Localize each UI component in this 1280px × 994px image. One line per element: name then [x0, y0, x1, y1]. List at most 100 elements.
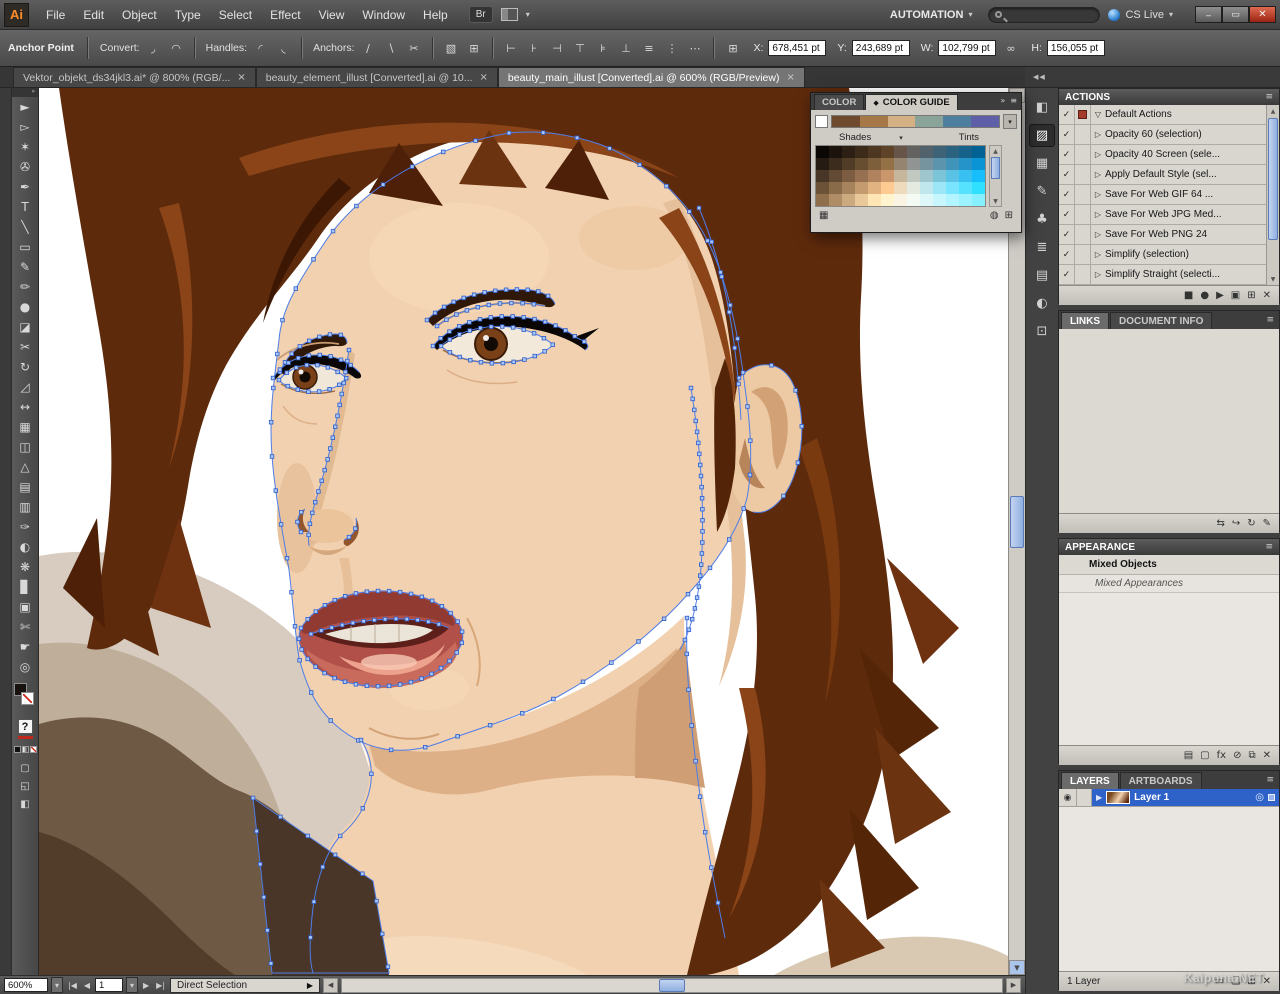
color-swatch[interactable]: [868, 194, 881, 206]
disclosure-triangle-icon[interactable]: ▷: [1091, 250, 1105, 259]
scroll-up-icon[interactable]: ▲: [990, 146, 1001, 156]
scroll-down-icon[interactable]: ▼: [990, 196, 1001, 206]
color-swatch[interactable]: [907, 194, 920, 206]
workspace-switcher[interactable]: AUTOMATION ▾: [882, 6, 981, 24]
record-icon[interactable]: ●: [1200, 290, 1209, 301]
remove-anchor-icon[interactable]: ∕: [359, 40, 378, 57]
layer-target-icon[interactable]: ◎: [1255, 792, 1264, 803]
layer-selection[interactable]: ▶ Layer 1 ◎: [1092, 789, 1279, 806]
scissors-tool[interactable]: ✂: [14, 337, 37, 357]
convert-to-smooth-icon[interactable]: ◠: [167, 40, 186, 57]
base-color-none-swatch[interactable]: [815, 115, 828, 128]
swatches-panel-icon[interactable]: ▦: [1029, 152, 1055, 175]
color-swatch[interactable]: [894, 194, 907, 206]
delete-action-icon[interactable]: ✕: [1263, 290, 1271, 301]
color-swatch[interactable]: [881, 146, 894, 158]
color-swatch[interactable]: [920, 146, 933, 158]
skin-shapes[interactable]: [270, 132, 751, 975]
harmony-color-swatch[interactable]: [943, 116, 972, 127]
screen-mode-icon[interactable]: ◧: [14, 795, 37, 813]
action-check-icon[interactable]: ✓: [1059, 244, 1075, 265]
actions-scroll-thumb[interactable]: [1268, 118, 1278, 240]
blob-brush-tool[interactable]: ●: [14, 297, 37, 317]
color-button[interactable]: [13, 746, 21, 753]
color-swatch[interactable]: [972, 158, 985, 170]
eraser-tool[interactable]: ◪: [14, 317, 37, 337]
color-swatch[interactable]: [829, 182, 842, 194]
rotate-tool[interactable]: ↻: [14, 357, 37, 377]
perspective-grid-tool[interactable]: △: [14, 457, 37, 477]
action-dialog-toggle[interactable]: [1075, 204, 1091, 225]
action-row[interactable]: ✓ ▷ Save For Web JPG Med...: [1059, 204, 1279, 225]
menu-help[interactable]: Help: [414, 3, 457, 27]
action-check-icon[interactable]: ✓: [1059, 264, 1075, 285]
align-middle-icon[interactable]: ⊧: [594, 40, 613, 57]
tab-layers[interactable]: LAYERS: [1061, 772, 1119, 789]
color-swatch[interactable]: [946, 146, 959, 158]
color-swatch[interactable]: [920, 170, 933, 182]
horizontal-scrollbar[interactable]: [341, 977, 1003, 993]
cut-path-icon[interactable]: ✂: [405, 40, 424, 57]
color-swatch[interactable]: [855, 194, 868, 206]
action-row[interactable]: ✓ ▷ Opacity 60 (selection): [1059, 124, 1279, 145]
edit-original-icon[interactable]: ✎: [1263, 518, 1271, 529]
bridge-button[interactable]: Br: [468, 6, 493, 23]
color-swatch[interactable]: [881, 182, 894, 194]
missing-tool-icon[interactable]: ?: [17, 719, 33, 734]
menu-file[interactable]: File: [37, 3, 74, 27]
fill-stroke-widget[interactable]: [13, 683, 37, 711]
color-swatch[interactable]: [933, 170, 946, 182]
action-row[interactable]: ✓ ▷ Save For Web GIF 64 ...: [1059, 184, 1279, 205]
color-swatch[interactable]: [829, 146, 842, 158]
save-to-swatches-icon[interactable]: ⊞: [1005, 210, 1013, 221]
tab-document-info[interactable]: DOCUMENT INFO: [1110, 312, 1213, 329]
color-swatch[interactable]: [816, 170, 829, 182]
panel-menu-icon[interactable]: ≡: [1265, 92, 1273, 102]
selection-tool[interactable]: ►: [14, 97, 37, 117]
color-swatch[interactable]: [894, 170, 907, 182]
line-segment-tool[interactable]: ╲: [14, 217, 37, 237]
blend-tool[interactable]: ◐: [14, 537, 37, 557]
align-bottom-icon[interactable]: ⊥: [617, 40, 636, 57]
relink-icon[interactable]: ⇆: [1216, 518, 1224, 529]
column-graph-tool[interactable]: ▊: [14, 577, 37, 597]
search-input[interactable]: [988, 6, 1101, 23]
color-swatch[interactable]: [855, 158, 868, 170]
y-input[interactable]: 243,689 pt: [851, 40, 910, 56]
add-effect-icon[interactable]: fx: [1217, 750, 1226, 761]
actions-scrollbar[interactable]: ▲ ▼: [1266, 105, 1279, 285]
action-check-icon[interactable]: ✓: [1059, 124, 1075, 145]
horizontal-scroll-thumb[interactable]: [658, 978, 685, 992]
color-swatch[interactable]: [972, 194, 985, 206]
direct-selection-tool[interactable]: ▻: [14, 117, 37, 137]
disclosure-triangle-icon[interactable]: ▷: [1091, 210, 1105, 219]
color-swatch[interactable]: [868, 182, 881, 194]
lock-toggle[interactable]: [1077, 789, 1092, 806]
clear-appearance-icon[interactable]: ⊘: [1233, 750, 1241, 761]
action-check-icon[interactable]: ✓: [1059, 144, 1075, 165]
shades-label[interactable]: Shades: [839, 132, 871, 143]
color-swatch[interactable]: [946, 182, 959, 194]
color-guide-scrollbar[interactable]: ▲ ▼: [989, 145, 1002, 207]
artboard-tool[interactable]: ▣: [14, 597, 37, 617]
close-button[interactable]: ✕: [1249, 6, 1276, 23]
disclosure-triangle-icon[interactable]: ▽: [1091, 110, 1105, 119]
color-swatch[interactable]: [855, 182, 868, 194]
action-dialog-toggle[interactable]: [1075, 264, 1091, 285]
menu-window[interactable]: Window: [353, 3, 414, 27]
document-tab-1[interactable]: Vektor_objekt_ds34jkl3.ai* @ 800% (RGB/.…: [13, 67, 256, 87]
disclosure-triangle-icon[interactable]: ▷: [1091, 130, 1105, 139]
paintbrush-tool[interactable]: ✎: [14, 257, 37, 277]
color-swatch[interactable]: [933, 158, 946, 170]
last-page-icon[interactable]: ▶|: [154, 981, 167, 990]
action-check-icon[interactable]: ✓: [1059, 164, 1075, 185]
color-swatch[interactable]: [842, 158, 855, 170]
color-swatch[interactable]: [959, 170, 972, 182]
action-check-icon[interactable]: ✓: [1059, 184, 1075, 205]
graphic-styles-panel-icon[interactable]: ⊡: [1029, 320, 1055, 343]
constrain-proportions-icon[interactable]: ∞: [1001, 40, 1020, 57]
color-swatch[interactable]: [868, 158, 881, 170]
color-guide-scroll-thumb[interactable]: [991, 157, 1000, 179]
color-swatch[interactable]: [868, 146, 881, 158]
harmony-rules-caret-icon[interactable]: ▾: [1003, 114, 1017, 129]
